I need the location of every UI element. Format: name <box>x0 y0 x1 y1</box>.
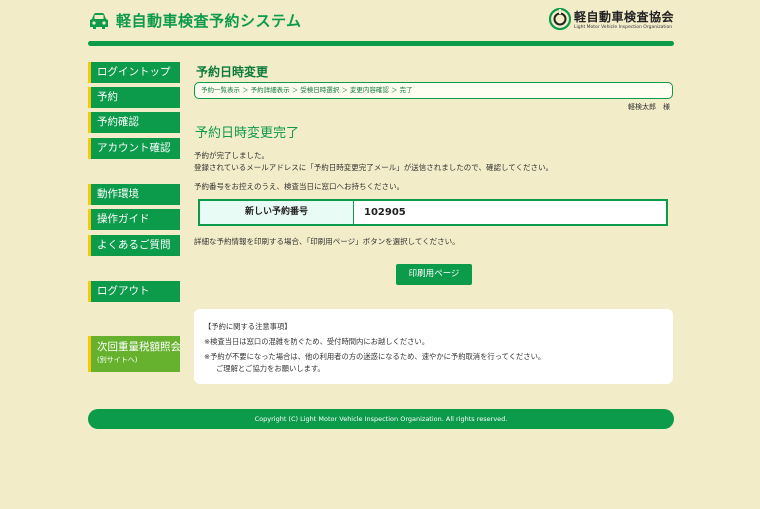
note-item: ご理解とご協力をお願いします。 <box>216 364 325 373</box>
sidebar-item-label: 操作ガイド <box>97 213 150 225</box>
message-keep-number: 予約番号をお控えのうえ、検査当日に窓口へお持ちください。 <box>194 182 404 191</box>
sidebar-item-label: 次回重量税額照会 <box>97 341 181 353</box>
sidebar-item-label: 予約 <box>97 91 118 103</box>
sidebar-item-sublabel: (別サイトへ) <box>97 356 138 364</box>
footer: Copyright (C) Light Motor Vehicle Inspec… <box>88 409 674 429</box>
sidebar-item-label: よくあるご質問 <box>97 239 171 251</box>
sidebar-item-reservation-check[interactable]: 予約確認 <box>88 112 180 133</box>
org-logo: 軽自動車検査協会 Light Motor Vehicle Inspection … <box>548 8 674 30</box>
sidebar-item-tax-inquiry[interactable]: 次回重量税額照会 (別サイトへ) <box>88 336 181 372</box>
sidebar-item-faq[interactable]: よくあるご質問 <box>88 235 180 256</box>
sidebar-item-environment[interactable]: 動作環境 <box>88 184 180 205</box>
sidebar-item-label: 予約確認 <box>97 116 139 128</box>
car-icon <box>90 12 108 29</box>
page-title: 予約日時変更 <box>196 65 269 79</box>
message-complete: 予約が完了しました。 <box>194 151 269 160</box>
org-subtitle: Light Motor Vehicle Inspection Organizat… <box>573 25 673 30</box>
reservation-number-value: 102905 <box>364 207 406 218</box>
header: 軽自動車検査予約システム 軽自動車検査協会 Light Motor Vehicl… <box>88 8 674 38</box>
note-item: ※検査当日は窓口の混雑を防ぐため、受付時間内にお越しください。 <box>204 337 430 346</box>
completion-heading: 予約日時変更完了 <box>195 126 300 141</box>
user-name: 軽検太郎 様 <box>628 103 670 111</box>
sidebar-item-account-check[interactable]: アカウント確認 <box>88 138 180 159</box>
notes-box: 【予約に関する注意事項】 ※検査当日は窓口の混雑を防ぐため、受付時間内にお越しく… <box>194 309 673 384</box>
reservation-number-label: 新しい予約番号 <box>200 201 354 224</box>
breadcrumb: 予約一覧表示 ＞ 予約詳細表示 ＞ 受検日時選択 ＞ 変更内容確認 ＞ 完了 <box>194 82 673 99</box>
app-title: 軽自動車検査予約システム <box>116 12 302 30</box>
reservation-number-table: 新しい予約番号 102905 <box>198 199 668 226</box>
copyright-text: Copyright (C) Light Motor Vehicle Inspec… <box>254 415 508 423</box>
sidebar-item-reservation[interactable]: 予約 <box>88 87 180 108</box>
print-page-button[interactable]: 印刷用ページ <box>396 264 472 285</box>
note-item: ※予約が不要になった場合は、他の利用者の方の迷惑になるため、速やかに予約取消を行… <box>204 352 546 361</box>
sidebar-item-login-top[interactable]: ログイントップ <box>88 62 180 83</box>
sidebar-item-label: ログアウト <box>97 285 150 297</box>
sidebar-item-label: アカウント確認 <box>97 142 171 154</box>
app-logo[interactable]: 軽自動車検査予約システム <box>88 10 302 31</box>
message-print-instruction: 詳細な予約情報を印刷する場合、「印刷用ページ」ボタンを選択してください。 <box>194 237 460 246</box>
org-name: 軽自動車検査協会 <box>573 10 674 24</box>
sidebar-item-label: 動作環境 <box>97 188 139 200</box>
sidebar-item-label: ログイントップ <box>97 66 171 78</box>
message-email-sent: 登録されているメールアドレスに「予約日時変更完了メール」が送信されましたので、確… <box>194 163 554 172</box>
org-mark-icon <box>548 8 571 30</box>
sidebar-item-guide[interactable]: 操作ガイド <box>88 209 180 230</box>
notes-heading: 【予約に関する注意事項】 <box>204 322 292 331</box>
header-divider <box>88 41 674 46</box>
sidebar-item-logout[interactable]: ログアウト <box>88 281 180 302</box>
